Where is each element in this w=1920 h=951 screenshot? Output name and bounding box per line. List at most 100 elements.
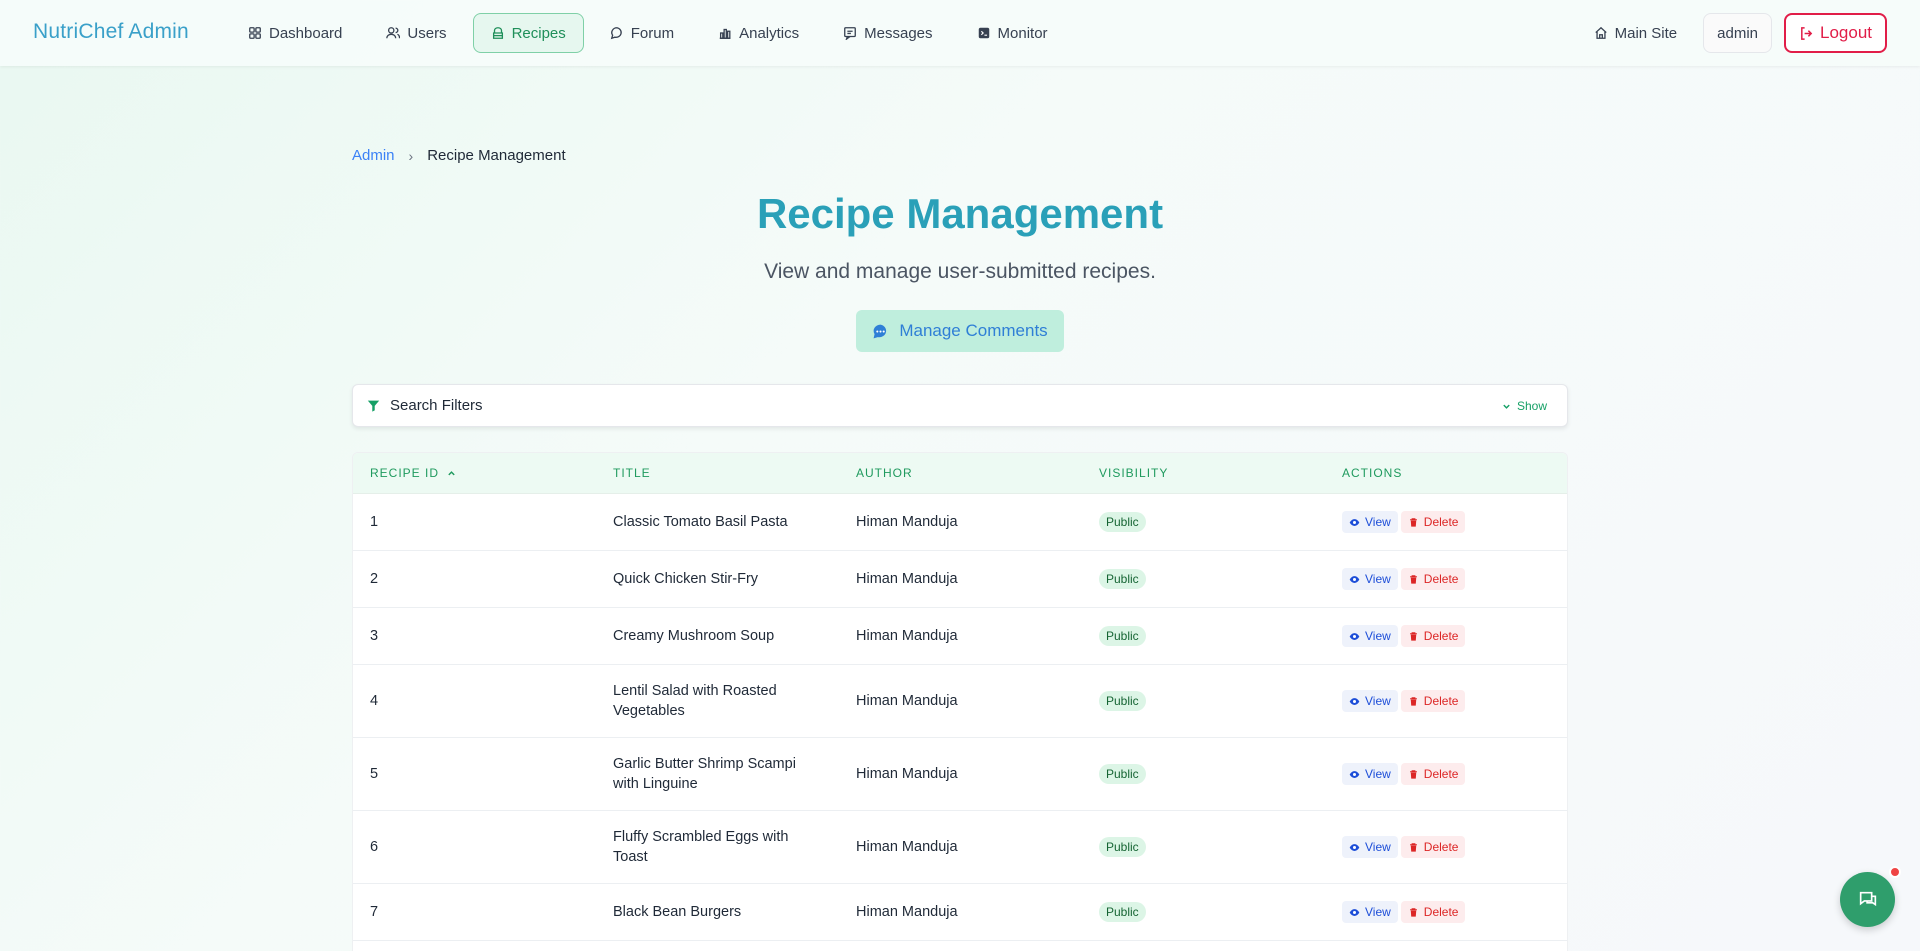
- recipe-title-cell: Classic Tomato Basil Pasta: [613, 514, 788, 530]
- recipe-author-cell: Himan Manduja: [856, 571, 958, 587]
- view-button[interactable]: View: [1342, 511, 1398, 533]
- visibility-badge: Public: [1099, 569, 1146, 589]
- search-filters-panel: Search Filters Show: [352, 384, 1568, 427]
- view-button[interactable]: View: [1342, 763, 1398, 785]
- recipe-actions-cell: View Delete: [1325, 568, 1567, 590]
- view-label: View: [1365, 629, 1391, 643]
- recipe-visibility-cell: Public: [1082, 691, 1325, 711]
- analytics-icon: [719, 28, 731, 39]
- logout-button[interactable]: Logout: [1784, 13, 1887, 53]
- delete-button[interactable]: Delete: [1400, 901, 1466, 923]
- recipe-title-cell: Quick Chicken Stir-Fry: [613, 571, 759, 587]
- view-button[interactable]: View: [1342, 690, 1398, 712]
- nav-forum-label: Forum: [630, 24, 675, 42]
- nav-monitor[interactable]: Monitor: [959, 13, 1066, 53]
- delete-button[interactable]: Delete: [1400, 836, 1466, 858]
- page-title: Recipe Management: [756, 190, 1164, 237]
- chevron-down-icon: [1503, 404, 1510, 409]
- trash-icon: [1409, 769, 1417, 779]
- filters-show-toggle[interactable]: Show: [1502, 399, 1547, 413]
- view-button[interactable]: View: [1342, 901, 1398, 923]
- table-row: 4 Lentil Salad with Roasted Vegetables H…: [353, 665, 1567, 738]
- recipe-author-cell: Himan Manduja: [856, 904, 958, 920]
- delete-button[interactable]: Delete: [1400, 568, 1466, 590]
- recipe-id-cell: 7: [370, 904, 379, 920]
- table-row: 2 Quick Chicken Stir-Fry Himan Manduja P…: [353, 551, 1567, 608]
- recipe-actions-cell: View Delete: [1325, 511, 1567, 533]
- chat-button[interactable]: [1840, 872, 1895, 927]
- nav-analytics[interactable]: Analytics: [700, 13, 817, 53]
- delete-label: Delete: [1423, 767, 1459, 781]
- logout-label: Logout: [1820, 23, 1872, 42]
- recipe-visibility-cell: Public: [1082, 902, 1325, 922]
- recipe-actions-cell: View Delete: [1325, 901, 1567, 923]
- view-button[interactable]: View: [1342, 836, 1398, 858]
- view-button[interactable]: View: [1342, 625, 1398, 647]
- column-header-recipe-id[interactable]: RECIPE ID: [353, 466, 596, 480]
- manage-comments-button[interactable]: Manage Comments: [856, 310, 1064, 352]
- trash-icon: [1409, 517, 1417, 527]
- dashboard-icon: [249, 27, 261, 39]
- table-body: 1 Classic Tomato Basil Pasta Himan Mandu…: [353, 494, 1567, 941]
- recipe-author-cell: Himan Manduja: [856, 514, 958, 530]
- eye-icon: [1349, 908, 1360, 916]
- users-icon: [386, 27, 401, 39]
- recipe-title-cell: Lentil Salad with Roasted Vegetables: [613, 683, 777, 719]
- eye-icon: [1349, 518, 1360, 526]
- table-header: RECIPE ID TITLE AUTHOR VISIBILITY ACTION…: [353, 453, 1567, 494]
- recipe-title-cell: Black Bean Burgers: [613, 904, 742, 920]
- breadcrumb-admin[interactable]: Admin: [352, 147, 395, 164]
- brand-logo[interactable]: NutriChef Admin: [33, 20, 189, 44]
- recipe-author-cell: Himan Manduja: [856, 766, 958, 782]
- trash-icon: [1409, 842, 1417, 852]
- nav-recipes-label: Recipes: [511, 24, 566, 42]
- filters-label: Search Filters: [390, 397, 483, 414]
- view-label: View: [1365, 515, 1391, 529]
- logout-icon: [1801, 26, 1813, 40]
- visibility-badge: Public: [1099, 837, 1146, 857]
- main-nav: Dashboard Users Recipes Forum Analytics …: [230, 13, 1066, 53]
- nav-recipes[interactable]: Recipes: [472, 13, 584, 53]
- current-user-chip[interactable]: admin: [1703, 13, 1772, 53]
- nav-dashboard[interactable]: Dashboard: [230, 13, 360, 53]
- main-site-label: Main Site: [1614, 24, 1678, 42]
- delete-button[interactable]: Delete: [1400, 763, 1466, 785]
- recipe-id-cell: 1: [370, 514, 379, 530]
- recipe-visibility-cell: Public: [1082, 569, 1325, 589]
- view-label: View: [1365, 905, 1391, 919]
- chevron-right-icon: ›: [408, 147, 414, 164]
- recipe-actions-cell: View Delete: [1325, 625, 1567, 647]
- trash-icon: [1409, 696, 1417, 706]
- delete-label: Delete: [1423, 905, 1459, 919]
- monitor-icon: [978, 27, 989, 39]
- column-header-visibility: VISIBILITY: [1099, 466, 1169, 480]
- notification-dot: [1889, 866, 1901, 878]
- recipe-actions-cell: View Delete: [1325, 690, 1567, 712]
- main-site-link[interactable]: Main Site: [1580, 13, 1692, 53]
- delete-button[interactable]: Delete: [1400, 511, 1466, 533]
- nav-dashboard-label: Dashboard: [269, 24, 343, 42]
- nav-messages-label: Messages: [864, 24, 933, 42]
- table-row: 6 Fluffy Scrambled Eggs with Toast Himan…: [353, 811, 1567, 884]
- nav-users-label: Users: [407, 24, 447, 42]
- delete-label: Delete: [1423, 694, 1459, 708]
- nav-messages[interactable]: Messages: [825, 13, 950, 53]
- delete-button[interactable]: Delete: [1400, 690, 1466, 712]
- recipe-visibility-cell: Public: [1082, 764, 1325, 784]
- delete-label: Delete: [1423, 840, 1459, 854]
- eye-icon: [1349, 770, 1360, 778]
- view-button[interactable]: View: [1342, 568, 1398, 590]
- eye-icon: [1349, 575, 1360, 583]
- recipe-id-cell: 6: [370, 839, 379, 855]
- delete-button[interactable]: Delete: [1400, 625, 1466, 647]
- delete-label: Delete: [1423, 515, 1459, 529]
- manage-comments-label: Manage Comments: [899, 321, 1048, 340]
- nav-users[interactable]: Users: [368, 13, 464, 53]
- view-label: View: [1365, 840, 1391, 854]
- nav-forum[interactable]: Forum: [592, 13, 692, 53]
- sort-ascending-icon: [448, 470, 455, 475]
- table-row: 5 Garlic Butter Shrimp Scampi with Lingu…: [353, 738, 1567, 811]
- view-label: View: [1365, 767, 1391, 781]
- recipe-author-cell: Himan Manduja: [856, 839, 958, 855]
- forum-icon: [610, 27, 622, 40]
